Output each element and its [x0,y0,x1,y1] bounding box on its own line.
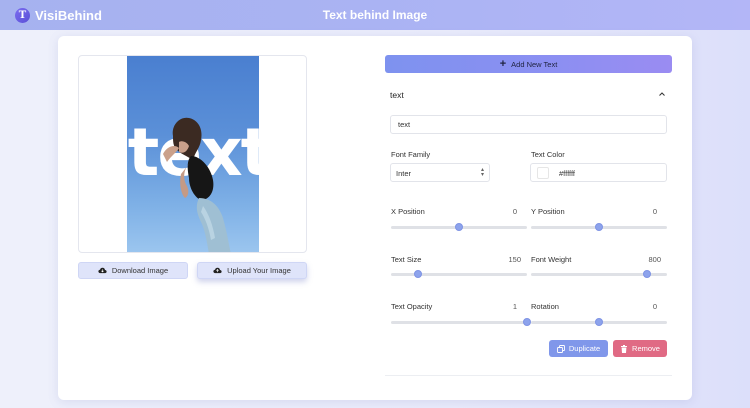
font-weight-value: 800 [648,255,661,264]
font-weight-slider[interactable] [531,269,667,279]
trash-icon [621,344,628,353]
text-layer-header[interactable]: text [385,86,672,104]
person-silhouette [163,117,231,252]
top-bar: T VisiBehind Text behind Image [0,0,750,30]
cloud-upload-icon [213,267,222,274]
image-preview: text [78,55,307,253]
duplicate-icon [556,344,565,353]
text-size-label: Text Size [391,255,422,264]
select-arrows-icon: ▴ ▾ [480,167,484,178]
text-opacity-label: Text Opacity [391,302,433,311]
slider-track [391,321,527,324]
duplicate-button[interactable]: Duplicate [549,340,608,357]
text-layer-title: text [390,90,404,100]
y-position-label: Y Position [531,207,565,216]
text-size-value: 150 [508,255,521,264]
slider-thumb[interactable] [642,270,651,278]
x-position-slider[interactable] [391,222,527,232]
upload-image-button[interactable]: Upload Your Image [197,262,307,279]
remove-button[interactable]: Remove [613,340,667,357]
section-divider [385,375,672,376]
slider-thumb[interactable] [595,223,603,231]
cloud-download-icon [98,267,107,274]
text-opacity-value: 1 [512,302,517,311]
download-label: Download Image [111,266,169,275]
text-color-field[interactable]: #ffffff [530,163,667,182]
text-size-slider[interactable] [391,269,527,279]
plus-icon: + [499,58,507,70]
text-content-input[interactable] [390,115,667,134]
text-opacity-slider[interactable] [391,317,531,327]
add-new-text-label: Add New Text [511,59,558,69]
remove-label: Remove [632,344,660,353]
preview-photo: text [127,56,259,252]
download-image-button[interactable]: Download Image [78,262,188,279]
y-position-value: 0 [652,207,657,216]
chevron-up-icon [659,92,665,96]
upload-label: Upload Your Image [227,266,291,275]
page-title: Text behind Image [322,8,428,22]
x-position-label: X Position [391,207,425,216]
font-family-label: Font Family [391,150,431,159]
slider-thumb[interactable] [523,318,531,326]
text-color-value: #ffffff [559,169,575,178]
y-position-slider[interactable] [531,222,667,232]
duplicate-label: Duplicate [568,344,601,353]
add-new-text-button[interactable]: + Add New Text [385,55,672,73]
slider-thumb[interactable] [455,223,463,231]
rotation-slider[interactable] [531,317,667,327]
rotation-value: 0 [652,302,657,311]
text-color-label: Text Color [531,150,565,159]
font-weight-label: Font Weight [531,255,572,264]
slider-thumb[interactable] [414,270,423,278]
color-swatch[interactable] [537,167,549,179]
rotation-label: Rotation [531,302,559,311]
font-family-value: Inter [396,169,412,178]
slider-thumb[interactable] [595,318,603,326]
font-family-select[interactable]: Inter ▴ ▾ [390,163,490,182]
slider-track [391,273,527,276]
x-position-value: 0 [512,207,517,216]
